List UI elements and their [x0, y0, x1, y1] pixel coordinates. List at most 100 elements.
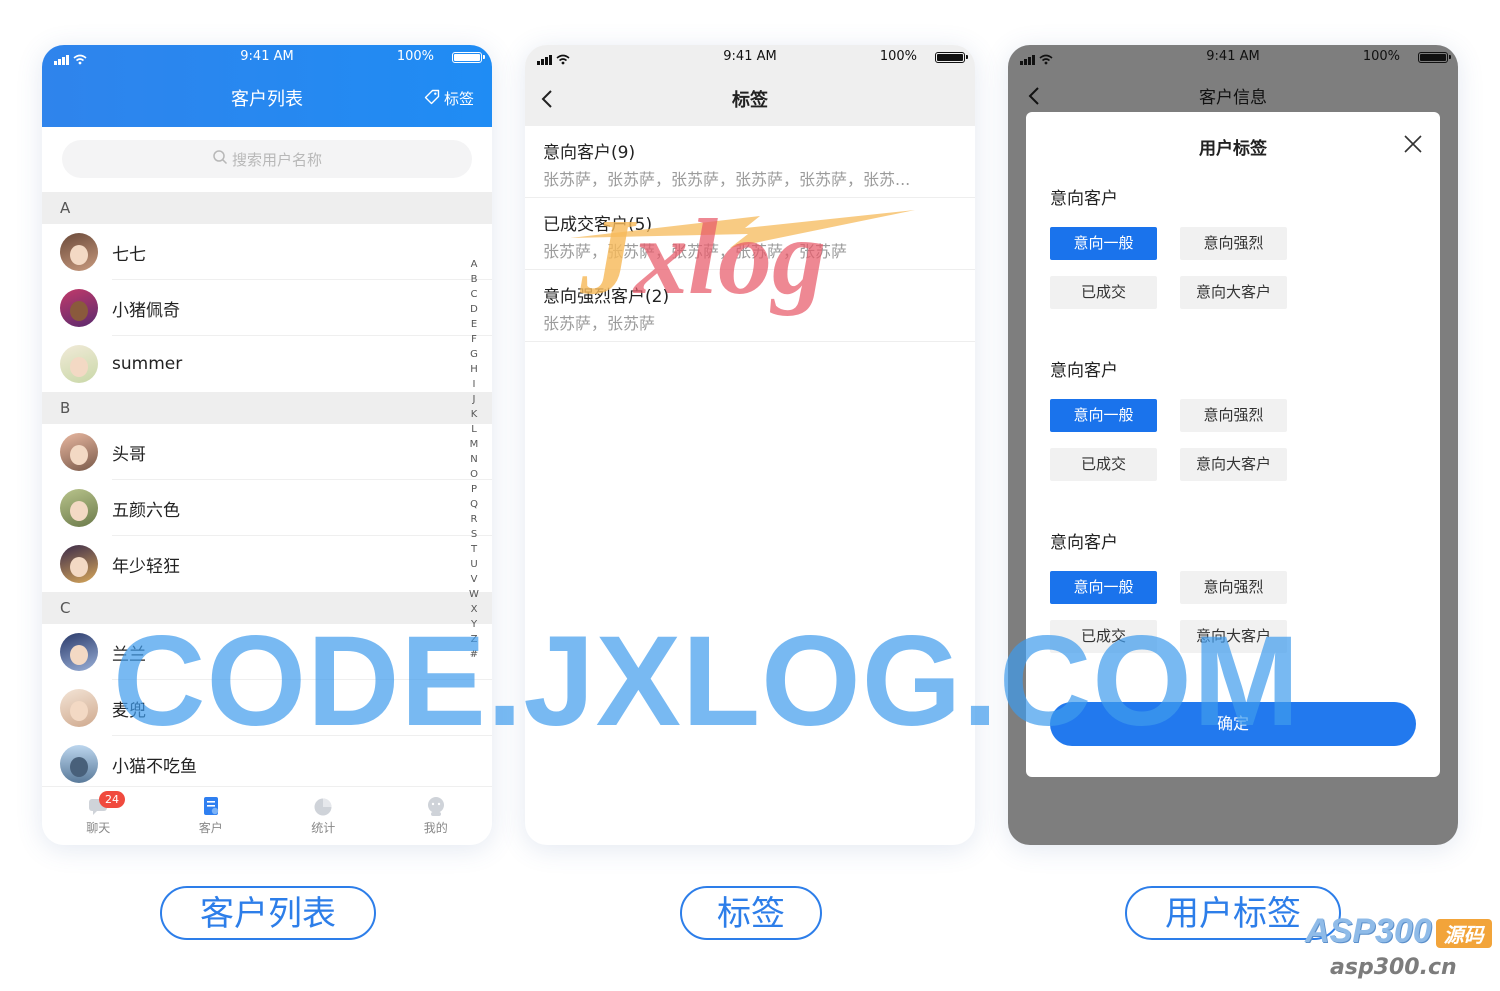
- customer-name: 头哥: [112, 444, 146, 465]
- customer-list-header: 9:41 AM 100% 客户列表 标签: [42, 45, 492, 127]
- tag-button[interactable]: 标签: [424, 88, 474, 109]
- index-letter[interactable]: O: [468, 467, 480, 482]
- alphabet-index[interactable]: A B C D E F G H I J K L M N O P Q R S T U V W X Y Z #: [468, 257, 480, 662]
- tag-chip[interactable]: 已成交: [1050, 620, 1157, 653]
- tab-chat[interactable]: 24 聊天: [42, 787, 155, 845]
- index-letter[interactable]: E: [468, 317, 480, 332]
- tag-chip[interactable]: 已成交: [1050, 276, 1157, 309]
- index-letter[interactable]: T: [468, 542, 480, 557]
- confirm-button[interactable]: 确定: [1050, 702, 1416, 746]
- pie-chart-icon: [312, 795, 334, 817]
- index-letter[interactable]: D: [468, 302, 480, 317]
- tag-button-label: 标签: [443, 90, 474, 108]
- index-letter[interactable]: L: [468, 422, 480, 437]
- tag-chip[interactable]: 意向一般: [1050, 571, 1157, 604]
- avatar: [60, 489, 98, 527]
- list-item[interactable]: 麦兜: [42, 680, 492, 736]
- search-placeholder: 搜索用户名称: [231, 150, 322, 169]
- avatar: [60, 345, 98, 383]
- index-letter[interactable]: R: [468, 512, 480, 527]
- list-item[interactable]: 年少轻狂: [42, 536, 492, 592]
- user-tags-modal: 用户标签 意向客户 意向一般 意向强烈 已成交 意向大客户 意向客户 意向一般 …: [1026, 112, 1440, 777]
- index-letter[interactable]: Z: [468, 632, 480, 647]
- list-item[interactable]: 头哥: [42, 424, 492, 480]
- tab-label: 我的: [423, 821, 448, 835]
- tab-bar: 24 聊天 客户 统计 我的: [42, 786, 492, 845]
- list-item[interactable]: summer: [42, 336, 492, 392]
- list-item[interactable]: 小猫不吃鱼: [42, 736, 492, 792]
- index-letter[interactable]: #: [468, 647, 480, 662]
- search-input[interactable]: 搜索用户名称: [62, 140, 472, 178]
- list-item[interactable]: 小猪佩奇: [42, 280, 492, 336]
- section-header-b: B: [42, 392, 492, 424]
- customer-name: summer: [112, 354, 183, 374]
- page-title: 客户信息: [1199, 88, 1267, 108]
- index-letter[interactable]: I: [468, 377, 480, 392]
- tag-title: 已成交客户(5): [543, 215, 653, 235]
- list-item[interactable]: 五颜六色: [42, 480, 492, 536]
- index-letter[interactable]: F: [468, 332, 480, 347]
- index-letter[interactable]: A: [468, 257, 480, 272]
- close-icon[interactable]: [1403, 134, 1423, 158]
- index-letter[interactable]: Y: [468, 617, 480, 632]
- customer-name: 小猪佩奇: [112, 300, 180, 321]
- tag-chip[interactable]: 意向一般: [1050, 399, 1157, 432]
- index-letter[interactable]: S: [468, 527, 480, 542]
- customer-name: 年少轻狂: [112, 556, 180, 577]
- index-letter[interactable]: B: [468, 272, 480, 287]
- index-letter[interactable]: J: [468, 392, 480, 407]
- tag-members: 张苏萨，张苏萨，张苏萨，张苏萨，张苏萨: [543, 242, 848, 261]
- avatar: [60, 689, 98, 727]
- customer-list-screen: 9:41 AM 100% 客户列表 标签 搜索用户名称 A 七七 小猪佩奇 su…: [42, 45, 492, 845]
- tab-customers[interactable]: 客户: [155, 787, 268, 845]
- tag-group-title: 意向客户: [1050, 189, 1118, 209]
- tag-chip[interactable]: 意向一般: [1050, 227, 1157, 260]
- avatar: [60, 233, 98, 271]
- list-item[interactable]: 兰兰: [42, 624, 492, 680]
- tag-icon: [424, 89, 440, 109]
- tag-members: 张苏萨，张苏萨，张苏萨，张苏萨，张苏萨，张苏...: [543, 170, 911, 189]
- tab-label: 聊天: [86, 821, 111, 835]
- index-letter[interactable]: C: [468, 287, 480, 302]
- index-letter[interactable]: H: [468, 362, 480, 377]
- tag-list-item[interactable]: 已成交客户(5) 张苏萨，张苏萨，张苏萨，张苏萨，张苏萨: [525, 198, 975, 270]
- customer-icon: [200, 795, 222, 817]
- index-letter[interactable]: V: [468, 572, 480, 587]
- index-letter[interactable]: N: [468, 452, 480, 467]
- tag-chip[interactable]: 意向强烈: [1180, 227, 1287, 260]
- customer-name: 五颜六色: [112, 500, 180, 521]
- tag-group-title: 意向客户: [1050, 533, 1118, 553]
- tag-chip[interactable]: 意向大客户: [1180, 276, 1287, 309]
- tag-group-title: 意向客户: [1050, 361, 1118, 381]
- tag-list-item[interactable]: 意向强烈客户(2) 张苏萨，张苏萨: [525, 270, 975, 342]
- tag-group: 意向客户 意向一般 意向强烈 已成交 意向大客户: [1050, 528, 1416, 653]
- tag-list-item[interactable]: 意向客户(9) 张苏萨，张苏萨，张苏萨，张苏萨，张苏萨，张苏...: [525, 126, 975, 198]
- index-letter[interactable]: G: [468, 347, 480, 362]
- customer-name: 麦兜: [112, 700, 146, 721]
- index-letter[interactable]: X: [468, 602, 480, 617]
- tag-chip[interactable]: 意向大客户: [1180, 448, 1287, 481]
- tag-chip[interactable]: 意向强烈: [1180, 399, 1287, 432]
- index-letter[interactable]: U: [468, 557, 480, 572]
- tag-chip[interactable]: 意向强烈: [1180, 571, 1287, 604]
- avatar: [60, 289, 98, 327]
- profile-icon: [425, 795, 447, 817]
- index-letter[interactable]: M: [468, 437, 480, 452]
- list-item[interactable]: 七七: [42, 224, 492, 280]
- tag-chip[interactable]: 已成交: [1050, 448, 1157, 481]
- tags-screen: 9:41 AM 100% 标签 意向客户(9) 张苏萨，张苏萨，张苏萨，张苏萨，…: [525, 45, 975, 845]
- tab-me[interactable]: 我的: [380, 787, 493, 845]
- tag-title: 意向强烈客户(2): [543, 287, 670, 307]
- avatar: [60, 633, 98, 671]
- index-letter[interactable]: P: [468, 482, 480, 497]
- tag-chip[interactable]: 意向大客户: [1180, 620, 1287, 653]
- index-letter[interactable]: W: [468, 587, 480, 602]
- index-letter[interactable]: Q: [468, 497, 480, 512]
- battery-icon: [1418, 52, 1451, 63]
- search-bar: 搜索用户名称: [42, 127, 492, 192]
- status-bar: 9:41 AM 100%: [525, 45, 975, 71]
- index-letter[interactable]: K: [468, 407, 480, 422]
- avatar: [60, 745, 98, 783]
- tab-stats[interactable]: 统计: [267, 787, 380, 845]
- customer-name: 小猫不吃鱼: [112, 756, 197, 777]
